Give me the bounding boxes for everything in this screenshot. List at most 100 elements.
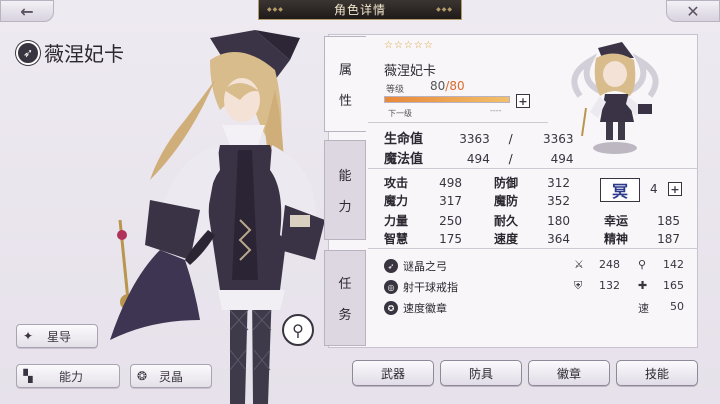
mdef-row: 魔防 352 bbox=[494, 192, 570, 209]
def-label: 防御 bbox=[494, 176, 519, 190]
skill-button[interactable]: 技能 bbox=[616, 360, 698, 386]
mp-row: 魔法值 494 / 494 bbox=[384, 148, 573, 167]
hp-row: 生命值 3363 / 3363 bbox=[384, 128, 573, 147]
tab-ability[interactable]: 能 力 bbox=[324, 140, 366, 240]
mp-label: 魔法值 bbox=[384, 152, 424, 167]
luck-value: 185 bbox=[657, 214, 680, 228]
str-label: 力量 bbox=[384, 214, 409, 228]
next-level-value: ---- bbox=[490, 106, 502, 115]
str-value: 250 bbox=[439, 214, 462, 228]
tab-attributes-char-1: 属 bbox=[338, 63, 352, 78]
spirit-crystal-button[interactable]: ❂ 灵晶 bbox=[130, 364, 212, 388]
armor-mdef-value: 165 bbox=[663, 279, 684, 292]
back-button[interactable]: ← bbox=[0, 0, 54, 22]
tab-attributes-char-2: 性 bbox=[338, 94, 352, 109]
weapon-name: 谜晶之弓 bbox=[403, 260, 447, 273]
cross-shield-icon: ✚ bbox=[638, 279, 648, 292]
level-current: 80 bbox=[430, 79, 446, 93]
armor-name: 射干球戒指 bbox=[403, 281, 458, 294]
atk-value: 498 bbox=[439, 176, 462, 190]
element-add-button[interactable]: + bbox=[668, 182, 682, 196]
armor-button[interactable]: 防具 bbox=[440, 360, 522, 386]
level-value: 80/80 bbox=[430, 79, 465, 93]
int-value: 175 bbox=[439, 232, 462, 246]
equipment-weapon[interactable]: ➶ 谜晶之弓 bbox=[384, 258, 447, 274]
tab-ability-char-2: 力 bbox=[338, 200, 352, 215]
end-row: 耐久 180 bbox=[494, 212, 570, 229]
hp-max-value: 3363 bbox=[542, 132, 574, 146]
badge-speed-label: 速 bbox=[638, 302, 649, 315]
equipment-armor[interactable]: ◎ 射干球戒指 bbox=[384, 279, 458, 295]
hp-separator: / bbox=[508, 132, 513, 146]
level-max: 80 bbox=[449, 79, 465, 93]
str-row: 力量 250 bbox=[384, 212, 462, 229]
mp-value: 494 bbox=[466, 152, 490, 166]
mag-value: 317 bbox=[439, 194, 462, 208]
spirit-crystal-label: 灵晶 bbox=[159, 369, 184, 384]
bow-icon: ➶ bbox=[384, 259, 398, 273]
badge-icon: ✪ bbox=[384, 301, 398, 315]
sword-icon: ⚔ bbox=[574, 258, 584, 271]
hp-label: 生命值 bbox=[384, 132, 424, 147]
shield-icon: ⛨ bbox=[574, 279, 583, 292]
badge-button[interactable]: 徽章 bbox=[528, 360, 610, 386]
atk-label: 攻击 bbox=[384, 176, 409, 190]
spi-value: 187 bbox=[657, 232, 680, 246]
close-icon: ✕ bbox=[686, 1, 700, 21]
weapon-button[interactable]: 武器 bbox=[352, 360, 434, 386]
mdef-value: 352 bbox=[547, 194, 570, 208]
magnifier-icon: ⚲ bbox=[292, 320, 304, 340]
wand-icon: ⚲ bbox=[638, 258, 647, 271]
back-arrow-icon: ← bbox=[20, 1, 34, 21]
mag-label: 魔力 bbox=[384, 194, 409, 208]
character-portrait bbox=[110, 30, 325, 404]
spd-label: 速度 bbox=[494, 232, 519, 246]
hp-value: 3363 bbox=[459, 132, 490, 146]
mdef-label: 魔防 bbox=[494, 194, 519, 208]
end-value: 180 bbox=[547, 214, 570, 228]
tab-attributes[interactable]: 属 性 bbox=[324, 36, 366, 132]
star-guide-button[interactable]: ✦ 星导 bbox=[16, 324, 98, 348]
class-emblem-icon: ➶ bbox=[16, 40, 40, 65]
mag-row: 魔力 317 bbox=[384, 192, 462, 209]
equipment-badge[interactable]: ✪ 速度徽章 bbox=[384, 300, 447, 316]
def-row: 防御 312 bbox=[494, 174, 570, 191]
tab-mission[interactable]: 任 务 bbox=[324, 250, 366, 346]
exp-bar bbox=[384, 96, 510, 103]
zoom-button[interactable]: ⚲ bbox=[282, 314, 314, 346]
badge-speed-value: 50 bbox=[670, 300, 684, 313]
level-label: 等级 bbox=[386, 85, 405, 95]
ability-button[interactable]: ▚ 能力 bbox=[16, 364, 120, 388]
rarity-stars: ☆☆☆☆☆ bbox=[384, 40, 434, 51]
atk-row: 攻击 498 bbox=[384, 174, 462, 191]
crystal-icon: ❂ bbox=[136, 369, 148, 383]
tab-ability-char-1: 能 bbox=[338, 169, 352, 184]
close-button[interactable]: ✕ bbox=[666, 0, 720, 22]
info-character-name: 薇涅妃卡 bbox=[384, 64, 437, 79]
luck-label: 幸运 bbox=[604, 214, 629, 228]
next-level-label: 下一级 bbox=[388, 109, 412, 118]
divider bbox=[368, 122, 548, 123]
int-label: 智慧 bbox=[384, 232, 409, 246]
spi-row: 精神 187 bbox=[604, 230, 680, 247]
tab-mission-char-2: 务 bbox=[338, 308, 352, 323]
plus-icon: + bbox=[670, 182, 680, 196]
spd-value: 364 bbox=[547, 232, 570, 246]
ability-label: 能力 bbox=[59, 369, 84, 384]
mp-separator: / bbox=[508, 152, 513, 166]
element-badge[interactable]: 冥 bbox=[600, 178, 640, 202]
luck-row: 幸运 185 bbox=[604, 212, 680, 229]
divider bbox=[368, 168, 698, 169]
tab-mission-char-1: 任 bbox=[338, 277, 352, 292]
int-row: 智慧 175 bbox=[384, 230, 462, 247]
star-guide-label: 星导 bbox=[47, 329, 72, 344]
level-up-button[interactable]: + bbox=[516, 94, 530, 108]
end-label: 耐久 bbox=[494, 214, 519, 228]
chibi-portrait bbox=[571, 42, 659, 154]
page-title: 角色详情 bbox=[258, 0, 462, 20]
divider bbox=[368, 248, 698, 249]
plus-icon: + bbox=[518, 94, 528, 108]
spi-label: 精神 bbox=[604, 232, 629, 246]
exp-bar-fill bbox=[385, 97, 509, 102]
weapon-atk-value: 248 bbox=[599, 258, 620, 271]
